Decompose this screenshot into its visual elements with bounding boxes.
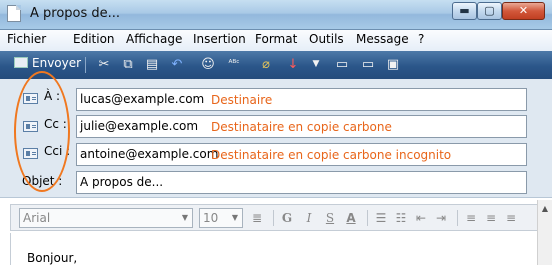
title-bar: A propos de... ▬ ▢ ✕ [0,0,552,30]
font-color-icon[interactable]: A [345,210,357,226]
cut-icon[interactable]: ✂ [97,56,111,73]
increase-indent-icon[interactable]: ⇥ [435,210,447,226]
toolbar-separator [457,210,458,226]
close-button[interactable]: ✕ [502,2,545,20]
formatting-toolbar: Arial ▼ 10 ▼ ≣ G I S A ☰ ☷ ⇤ ⇥ ≡ ≡ ≡ [10,204,541,231]
menu-outils[interactable]: Outils [309,32,344,46]
copy-icon[interactable]: ⧉ [121,56,135,73]
align-center-icon[interactable]: ≡ [485,210,497,226]
window-title: A propos de... [30,6,121,21]
menu-bar: Fichier Edition Affichage Insertion Form… [0,30,552,51]
check-names-icon[interactable]: ☺ [200,56,216,73]
font-value: Arial [23,211,51,225]
menu-edition[interactable]: Edition [73,32,115,46]
paste-icon[interactable]: ▤ [145,56,159,73]
maximize-button[interactable]: ▢ [477,2,502,20]
toolbar-separator [273,210,274,226]
menu-affichage[interactable]: Affichage [126,32,182,46]
send-label: Envoyer [32,56,82,70]
chevron-down-icon: ▼ [231,213,239,222]
font-select[interactable]: Arial ▼ [19,208,193,228]
menu-insertion[interactable]: Insertion [193,32,246,46]
message-header: À : lucas@example.com Destinaire Cc : ju… [0,79,552,198]
font-size-select[interactable]: 10 ▼ [199,208,243,228]
align-right-icon[interactable]: ≡ [505,210,517,226]
message-body[interactable]: Bonjour, [10,233,541,265]
send-icon [14,57,28,68]
spelling-icon[interactable]: ᴬᴮᶜ [225,56,243,73]
menu-help[interactable]: ? [418,32,424,46]
priority-dropdown-icon[interactable]: ▼ [311,56,321,73]
to-annotation: Destinaire [211,93,273,107]
sign-icon[interactable]: ▭ [334,56,350,73]
priority-icon[interactable]: ↓ [286,56,300,73]
underline-icon[interactable]: S [324,210,336,226]
paragraph-style-icon[interactable]: ≣ [251,210,263,226]
undo-icon[interactable]: ↶ [170,56,184,73]
decrease-indent-icon[interactable]: ⇤ [415,210,427,226]
menu-message[interactable]: Message [356,32,409,46]
minimize-button[interactable]: ▬ [452,2,477,20]
encrypt-icon[interactable]: ▭ [360,56,376,73]
vertical-scrollbar[interactable]: ▲ [537,200,552,265]
menu-fichier[interactable]: Fichier [7,32,46,46]
attach-icon[interactable]: ⌀ [259,56,273,73]
body-text: Bonjour, [27,251,78,265]
numbered-list-icon[interactable]: ☰ [375,210,387,226]
to-field[interactable]: lucas@example.com [76,88,527,111]
scroll-up-icon[interactable]: ▲ [538,202,552,216]
chevron-down-icon: ▼ [181,213,189,222]
bold-icon[interactable]: G [281,210,293,226]
menu-format[interactable]: Format [255,32,297,46]
main-toolbar: Envoyer ✂ ⧉ ▤ ↶ ☺ ᴬᴮᶜ ⌀ ↓ ▼ ▭ ▭ ▣ [0,51,552,79]
font-size-value: 10 [203,211,219,225]
subject-field[interactable]: A propos de... [76,171,527,194]
work-offline-icon[interactable]: ▣ [385,56,401,73]
bullet-list-icon[interactable]: ☷ [395,210,407,226]
document-icon [7,5,21,22]
toolbar-separator [85,57,86,73]
send-button[interactable]: Envoyer [14,56,81,73]
annotation-oval [14,71,70,192]
toolbar-separator [367,210,368,226]
bcc-annotation: Destinataire en copie carbone incognito [211,148,452,162]
cc-annotation: Destinataire en copie carbone [211,120,392,134]
align-left-icon[interactable]: ≡ [465,210,477,226]
italic-icon[interactable]: I [303,210,315,226]
